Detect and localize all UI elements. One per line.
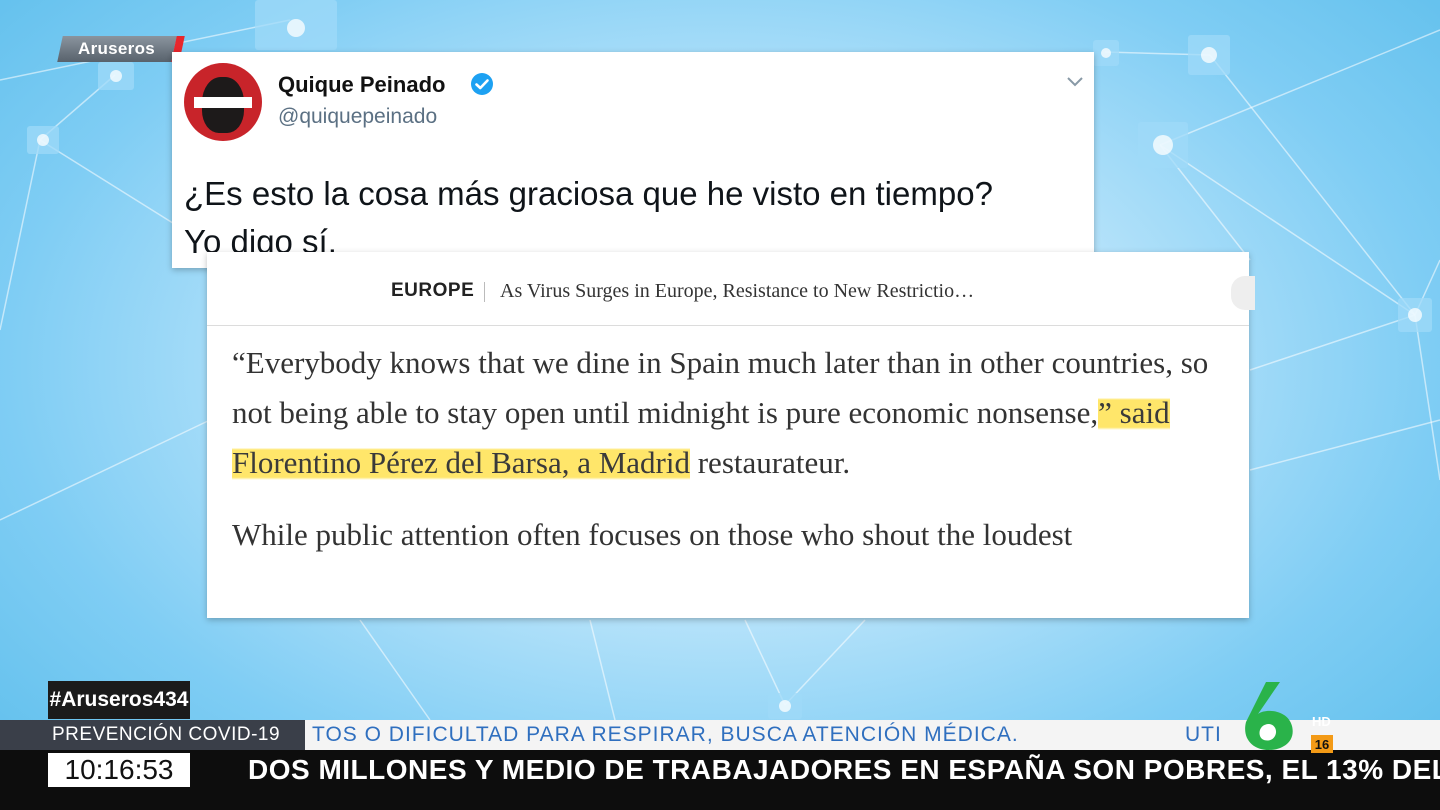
ticker-message: TOS O DIFICULTAD PARA RESPIRAR, BUSCA AT… bbox=[312, 723, 1019, 746]
verified-badge-icon bbox=[471, 73, 493, 95]
tweet-card: Quique Peinado @quiquepeinado ¿Es esto l… bbox=[172, 52, 1094, 268]
avatar-censor-bar bbox=[194, 97, 252, 108]
news-headline-ticker: DOS MILLONES Y MEDIO DE TRABAJADORES EN … bbox=[248, 754, 1440, 785]
channel-logo-icon bbox=[1245, 682, 1293, 750]
logo-text: Aruseros bbox=[78, 39, 156, 58]
article-header: EUROPE As Virus Surges in Europe, Resist… bbox=[207, 252, 1255, 326]
ticker-message-next: UTI bbox=[1185, 723, 1222, 746]
clock: 10:16:53 bbox=[48, 753, 190, 787]
ticker-scroll-text: TOS O DIFICULTAD PARA RESPIRAR, BUSCA AT… bbox=[312, 720, 1227, 750]
tweet-text-line-1: ¿Es esto la cosa más graciosa que he vis… bbox=[184, 175, 993, 212]
avatar[interactable] bbox=[184, 63, 262, 141]
paragraph-1-end: restaurateur. bbox=[689, 445, 851, 480]
header-divider bbox=[484, 282, 485, 302]
article-section[interactable]: EUROPE bbox=[391, 280, 474, 302]
article-paragraph-2: While public attention often focuses on … bbox=[232, 517, 1073, 552]
chevron-down-icon[interactable] bbox=[1066, 76, 1084, 88]
aruseros-logo: Aruseros bbox=[57, 36, 185, 62]
info-ticker: PREVENCIÓN COVID-19 TOS O DIFICULTAD PAR… bbox=[0, 720, 1440, 750]
scroll-arrow-icon[interactable] bbox=[1231, 276, 1255, 310]
tweet-handle[interactable]: @quiquepeinado bbox=[278, 105, 437, 129]
article-paragraph-1: “Everybody knows that we dine in Spain m… bbox=[232, 338, 1232, 488]
article-headline[interactable]: As Virus Surges in Europe, Resistance to… bbox=[500, 280, 974, 303]
article-body: “Everybody knows that we dine in Spain m… bbox=[232, 338, 1232, 582]
tweet-user-name[interactable]: Quique Peinado bbox=[278, 72, 445, 98]
article-screenshot: EUROPE As Virus Surges in Europe, Resist… bbox=[207, 252, 1255, 618]
ticker-label: PREVENCIÓN COVID-19 bbox=[0, 720, 305, 750]
age-rating-badge: 16 bbox=[1311, 735, 1333, 753]
news-ticker: 10:16:53 DOS MILLONES Y MEDIO DE TRABAJA… bbox=[0, 750, 1440, 810]
paragraph-1-text: “Everybody knows that we dine in Spain m… bbox=[232, 345, 1209, 430]
hd-label: HD bbox=[1312, 714, 1331, 729]
hashtag-badge: #Aruseros434 bbox=[48, 681, 190, 719]
